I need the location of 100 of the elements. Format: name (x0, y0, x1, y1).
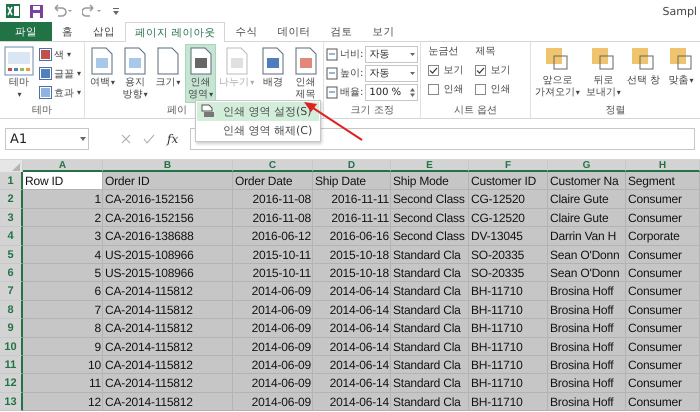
table-cell: Consumer (626, 190, 700, 209)
redo-icon[interactable] (82, 4, 104, 18)
page-setup-button[interactable]: 여백▾ (87, 44, 118, 103)
row-header[interactable]: 5 (0, 246, 23, 264)
table-cell: 2014-06-14 (313, 338, 391, 356)
page-setup-button[interactable]: 인쇄 영역▾ (185, 44, 216, 103)
name-box[interactable]: A1 (5, 128, 89, 150)
ribbon-tab[interactable]: 보기 (362, 22, 404, 41)
check-icon[interactable] (143, 134, 155, 144)
table-cell: BH-11710 (469, 374, 548, 393)
table-cell: Standard Cla (391, 392, 469, 412)
spinner-arrows-icon[interactable] (410, 88, 418, 96)
table-cell: Second Class (391, 190, 469, 209)
table-cell: Consumer (626, 392, 700, 412)
table-cell: BH-11710 (469, 300, 548, 320)
table-cell: Sean O'Donn (548, 246, 626, 264)
row-header[interactable]: 11 (0, 356, 23, 374)
dropdown-arrow-icon[interactable] (410, 52, 418, 56)
arrange-button[interactable]: 선택 창 (624, 44, 662, 103)
ribbon-tab[interactable]: 홈 (52, 22, 83, 41)
table-cell: 2014-06-14 (313, 356, 391, 374)
row-header[interactable]: 7 (0, 282, 23, 301)
row-header[interactable]: 12 (0, 374, 23, 393)
insert-function-button[interactable]: fx (167, 132, 178, 146)
arrange-button[interactable]: 앞으로 가져오기▾ (532, 44, 582, 103)
group-label: 크기 조정 (350, 104, 395, 118)
table-cell: Consumer (626, 208, 700, 228)
row-header[interactable]: 1 (0, 172, 23, 190)
checkbox-option[interactable]: 인쇄 (428, 82, 464, 96)
table-cell: Corporate (626, 227, 700, 246)
undo-icon[interactable] (52, 4, 74, 18)
table-cell: Second Class (391, 227, 469, 246)
checkbox-option[interactable]: 인쇄 (475, 82, 510, 96)
menu-item[interactable]: 인쇄 영역 해제(C) (197, 121, 319, 140)
table-cell: Standard Cla (391, 356, 469, 374)
theme-option-button[interactable]: 효과 ▾ (38, 84, 82, 101)
menu-item[interactable]: 인쇄 영역 설정(S) (197, 102, 319, 121)
table-cell: SO-20335 (469, 246, 548, 264)
row-header[interactable]: 10 (0, 338, 23, 356)
table-cell: Row ID (23, 172, 103, 190)
table-cell: CG-12520 (469, 208, 548, 228)
arrange-button[interactable]: 뒤로 보내기▾ (584, 44, 623, 103)
table-cell: Customer Na (548, 172, 626, 190)
dropdown-arrow-icon[interactable] (410, 72, 418, 74)
table-cell: Brosina Hoff (548, 392, 626, 412)
column-header[interactable]: H (626, 160, 700, 172)
themes-button[interactable]: 테마 ▾ (2, 44, 36, 103)
excel-logo-icon[interactable] (5, 3, 21, 19)
column-header[interactable]: C (233, 160, 313, 172)
triangle-icon (12, 163, 20, 171)
save-icon[interactable] (29, 4, 44, 18)
table-cell: Consumer (626, 374, 700, 393)
table-cell: Brosina Hoff (548, 338, 626, 356)
row-header[interactable]: 6 (0, 264, 23, 282)
ribbon-tab[interactable]: 삽입 (83, 22, 125, 41)
ribbon-tab[interactable]: 수식 (225, 22, 268, 41)
row-header[interactable]: 13 (0, 392, 23, 412)
scale-icon (326, 48, 338, 60)
row-header[interactable]: 4 (0, 227, 23, 246)
size-dropdown[interactable]: 자동 (365, 46, 418, 62)
table-cell: 2014-06-09 (233, 374, 313, 393)
theme-option-button[interactable]: 색 ▾ (38, 46, 82, 63)
table-cell: Claire Gute (548, 190, 626, 209)
row-header[interactable]: 9 (0, 319, 23, 338)
column-header[interactable]: B (103, 160, 233, 172)
ribbon-tab[interactable]: 검토 (320, 22, 362, 41)
row-header[interactable]: 2 (0, 190, 23, 209)
page-setup-button[interactable]: 용지 방향▾ (120, 44, 151, 103)
table-cell: CA-2014-115812 (103, 300, 233, 320)
row-header[interactable]: 8 (0, 300, 23, 320)
group-label: 시트 옵션 (452, 104, 498, 118)
table-cell: 7 (23, 300, 103, 320)
ribbon-tab[interactable]: 페이지 레이아웃 (125, 22, 226, 42)
table-cell: BH-11710 (469, 338, 548, 356)
table-cell: Brosina Hoff (548, 300, 626, 320)
table-cell: 1 (23, 190, 103, 209)
customize-toolbar-icon[interactable] (112, 6, 120, 16)
table-cell: DV-13045 (469, 227, 548, 246)
row-header[interactable]: 3 (0, 208, 23, 228)
column-header[interactable]: A (23, 160, 103, 172)
table-cell: Standard Cla (391, 319, 469, 338)
table-cell: Standard Cla (391, 300, 469, 320)
table-cell: BH-11710 (469, 282, 548, 301)
column-header[interactable]: G (548, 160, 626, 172)
arrange-button[interactable]: 맞춤▾ (664, 44, 698, 103)
theme-option-button[interactable]: 글꼴 ▾ (38, 65, 82, 82)
dropdown-arrow-icon[interactable] (80, 137, 88, 141)
table-cell: SO-20335 (469, 264, 548, 282)
scale-spinner[interactable]: 100 % (365, 84, 418, 100)
ribbon-tab[interactable]: 데이터 (267, 22, 320, 41)
size-dropdown[interactable]: 자동 (365, 64, 418, 82)
table-cell: Order ID (103, 172, 233, 190)
column-header[interactable]: D (313, 160, 391, 172)
ribbon-tab[interactable]: 파일 (0, 22, 52, 41)
table-cell: 2014-06-09 (233, 338, 313, 356)
checkbox-option[interactable]: 보기 (428, 63, 464, 77)
column-header[interactable]: E (391, 160, 469, 172)
page-setup-button[interactable]: 크기▾ (152, 44, 184, 103)
column-header[interactable]: F (469, 160, 548, 172)
checkbox-option[interactable]: 보기 (475, 63, 510, 77)
